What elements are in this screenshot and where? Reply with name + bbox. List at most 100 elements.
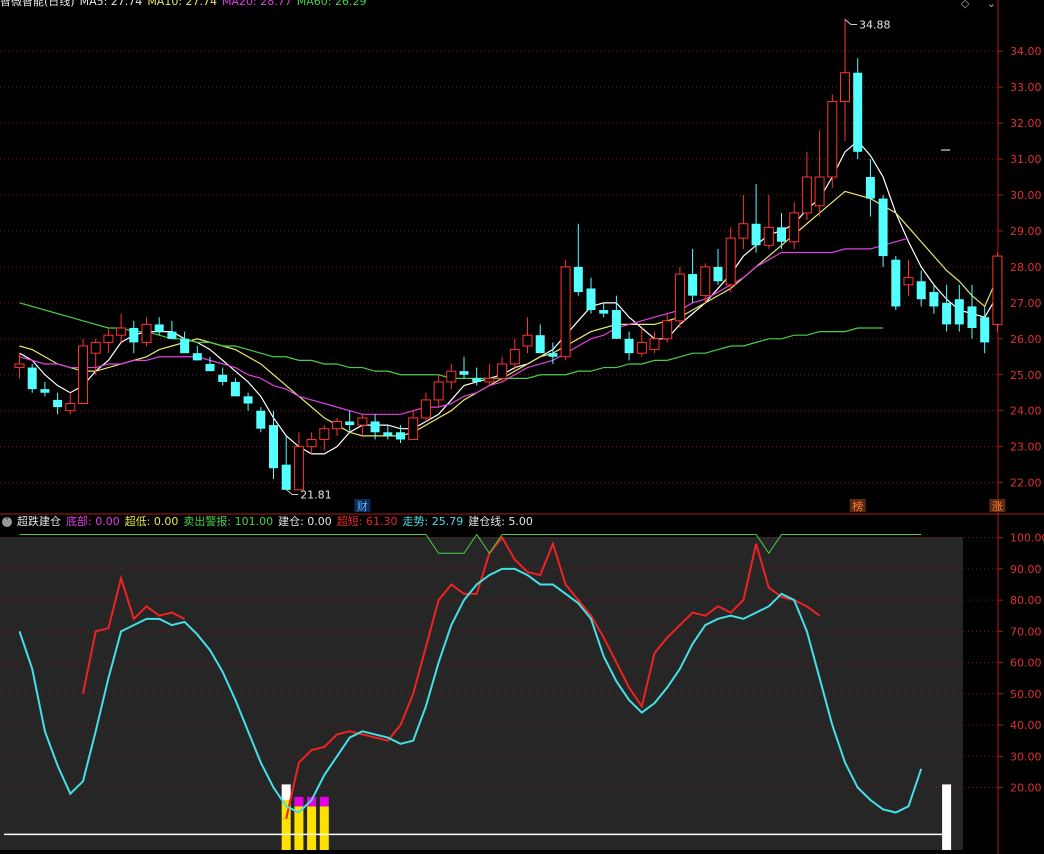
candle-body xyxy=(205,363,215,372)
main-tick-label: 27.00 xyxy=(1010,297,1042,310)
candle-body xyxy=(967,306,977,329)
ma-line-ma20 xyxy=(19,237,909,415)
main-tick-label: 26.00 xyxy=(1010,333,1042,346)
hdr-top-item-2: MA10: 27.74 xyxy=(147,0,218,8)
indicator-menu-icon[interactable]: ˅ xyxy=(2,517,12,527)
candle-body xyxy=(560,266,571,358)
candle xyxy=(40,381,50,397)
candle xyxy=(903,259,914,296)
hdr-ind-item-0: 超跌建仓 xyxy=(17,515,61,528)
candle-body xyxy=(230,381,240,397)
candle xyxy=(129,320,139,354)
candle-body xyxy=(357,417,368,426)
main-tick-label: 29.00 xyxy=(1010,225,1042,238)
candle xyxy=(319,425,330,451)
candle-body xyxy=(383,432,393,436)
candle xyxy=(725,227,736,293)
candle xyxy=(332,417,342,436)
indicator-tick-label: 60.00 xyxy=(1010,657,1042,670)
candle xyxy=(777,212,786,249)
candle-body xyxy=(929,292,939,307)
candle-body xyxy=(459,371,469,375)
candle xyxy=(269,410,278,480)
candle xyxy=(383,425,393,440)
candle xyxy=(980,306,990,354)
event-marker-label: 财 xyxy=(357,499,368,513)
ma-line-ma10 xyxy=(19,190,998,437)
candle xyxy=(293,432,304,491)
candle-body xyxy=(306,438,317,448)
candle xyxy=(27,363,37,393)
candle xyxy=(751,184,761,253)
event-marker-label: 涨 xyxy=(992,500,1003,513)
candle xyxy=(942,284,952,332)
hdr-ind-item-4: 建仓: 0.00 xyxy=(278,515,332,528)
candle xyxy=(878,194,888,267)
candle xyxy=(789,202,800,249)
indicator-tick-label: 30.00 xyxy=(1010,750,1042,763)
diamond-icon[interactable]: ◇ xyxy=(961,0,969,10)
candle xyxy=(814,130,825,217)
candle-body xyxy=(814,176,825,207)
chevron-down-icon[interactable]: ⌄ xyxy=(987,0,996,10)
hdr-ind-item-3: 卖出警报: 101.00 xyxy=(183,515,274,528)
candle-body xyxy=(141,323,152,343)
extreme-label: 21.81 xyxy=(300,488,332,501)
candle-body xyxy=(497,363,508,379)
candle-body xyxy=(345,421,355,426)
candle xyxy=(116,313,127,343)
candle-body xyxy=(90,341,101,354)
candle-body xyxy=(281,464,291,490)
candle-body xyxy=(738,223,749,239)
candle xyxy=(865,159,875,217)
candle xyxy=(586,277,596,314)
extreme-leader xyxy=(844,19,857,26)
signal-bar-segment xyxy=(942,784,952,850)
main-tick-label: 30.00 xyxy=(1010,189,1042,202)
candle xyxy=(306,432,317,454)
candle-body xyxy=(662,320,673,340)
main-tick-label: 23.00 xyxy=(1010,441,1042,454)
candle-body xyxy=(420,399,431,419)
candle xyxy=(649,331,660,354)
candle-body xyxy=(763,226,774,246)
candle-body xyxy=(548,353,558,357)
candle-body xyxy=(116,327,127,336)
candle-body xyxy=(65,403,76,412)
candle-body xyxy=(269,425,278,469)
candle xyxy=(192,345,202,361)
indicator-tick-label: 20.00 xyxy=(1010,782,1042,795)
candle-body xyxy=(332,420,342,430)
candle-body xyxy=(78,345,88,405)
candle-body xyxy=(154,324,164,332)
candle-body xyxy=(370,421,380,433)
candle-body xyxy=(801,176,812,214)
candle-body xyxy=(827,100,838,178)
event-marker-label: 榜 xyxy=(852,499,863,513)
main-tick-label: 24.00 xyxy=(1010,405,1042,418)
main-tick-label: 32.00 xyxy=(1010,117,1042,130)
candle xyxy=(662,313,673,343)
candle-body xyxy=(853,72,863,152)
candle xyxy=(636,328,647,357)
candle-body xyxy=(611,310,621,339)
candle-body xyxy=(408,417,419,440)
header-icons: ◇ ⌄ xyxy=(947,0,996,10)
candle xyxy=(827,94,838,188)
candle xyxy=(611,295,621,339)
hdr-ind-item-2: 超低: 0.00 xyxy=(124,515,179,528)
candle xyxy=(345,410,355,433)
candle-body xyxy=(256,410,266,429)
candle-body xyxy=(865,176,875,199)
candle-body xyxy=(535,335,545,354)
candle xyxy=(154,317,164,336)
candle xyxy=(256,407,266,433)
extreme-label: 34.88 xyxy=(859,19,891,32)
candle-body xyxy=(688,274,698,296)
candle xyxy=(433,374,444,408)
candle-body xyxy=(522,334,533,347)
candle-body xyxy=(586,288,596,311)
candle xyxy=(954,284,964,332)
candle xyxy=(90,338,101,375)
indicator-tick-label: 50.00 xyxy=(1010,688,1042,701)
